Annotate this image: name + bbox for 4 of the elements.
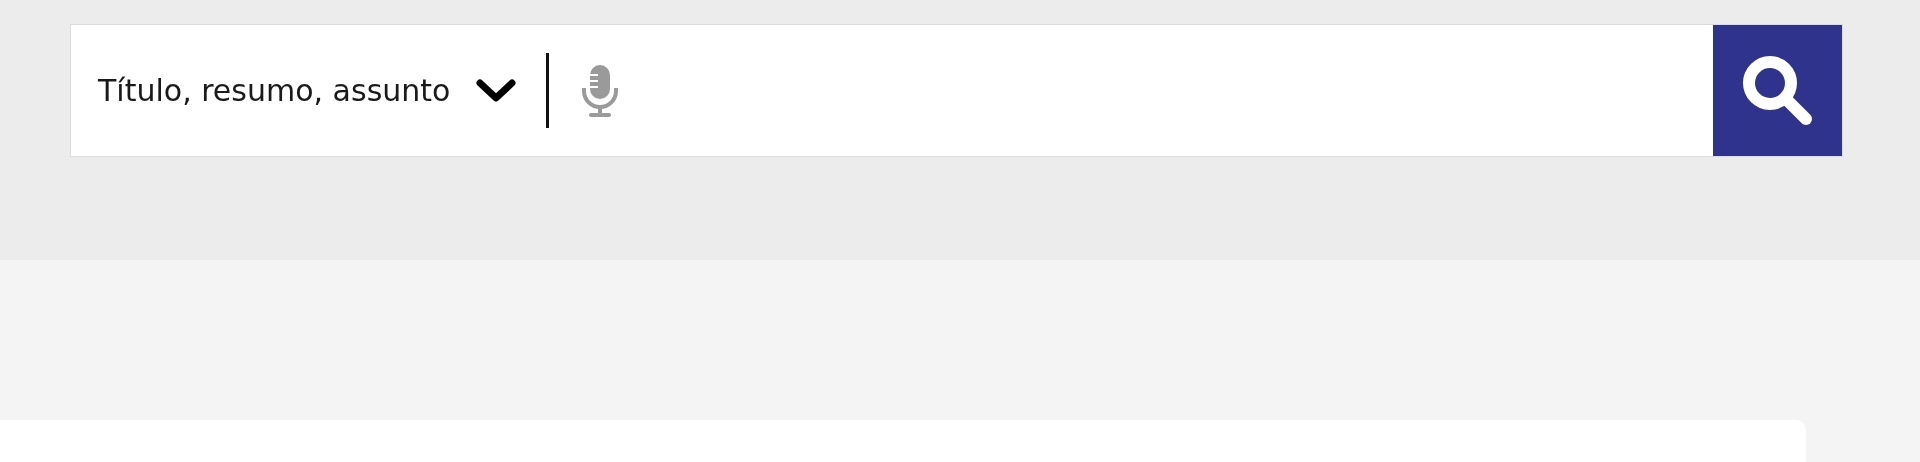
search-button[interactable] xyxy=(1713,25,1842,156)
search-scope-dropdown[interactable]: Título, resumo, assunto xyxy=(71,25,547,156)
microphone-icon xyxy=(581,63,620,118)
chevron-down-icon xyxy=(476,77,517,104)
